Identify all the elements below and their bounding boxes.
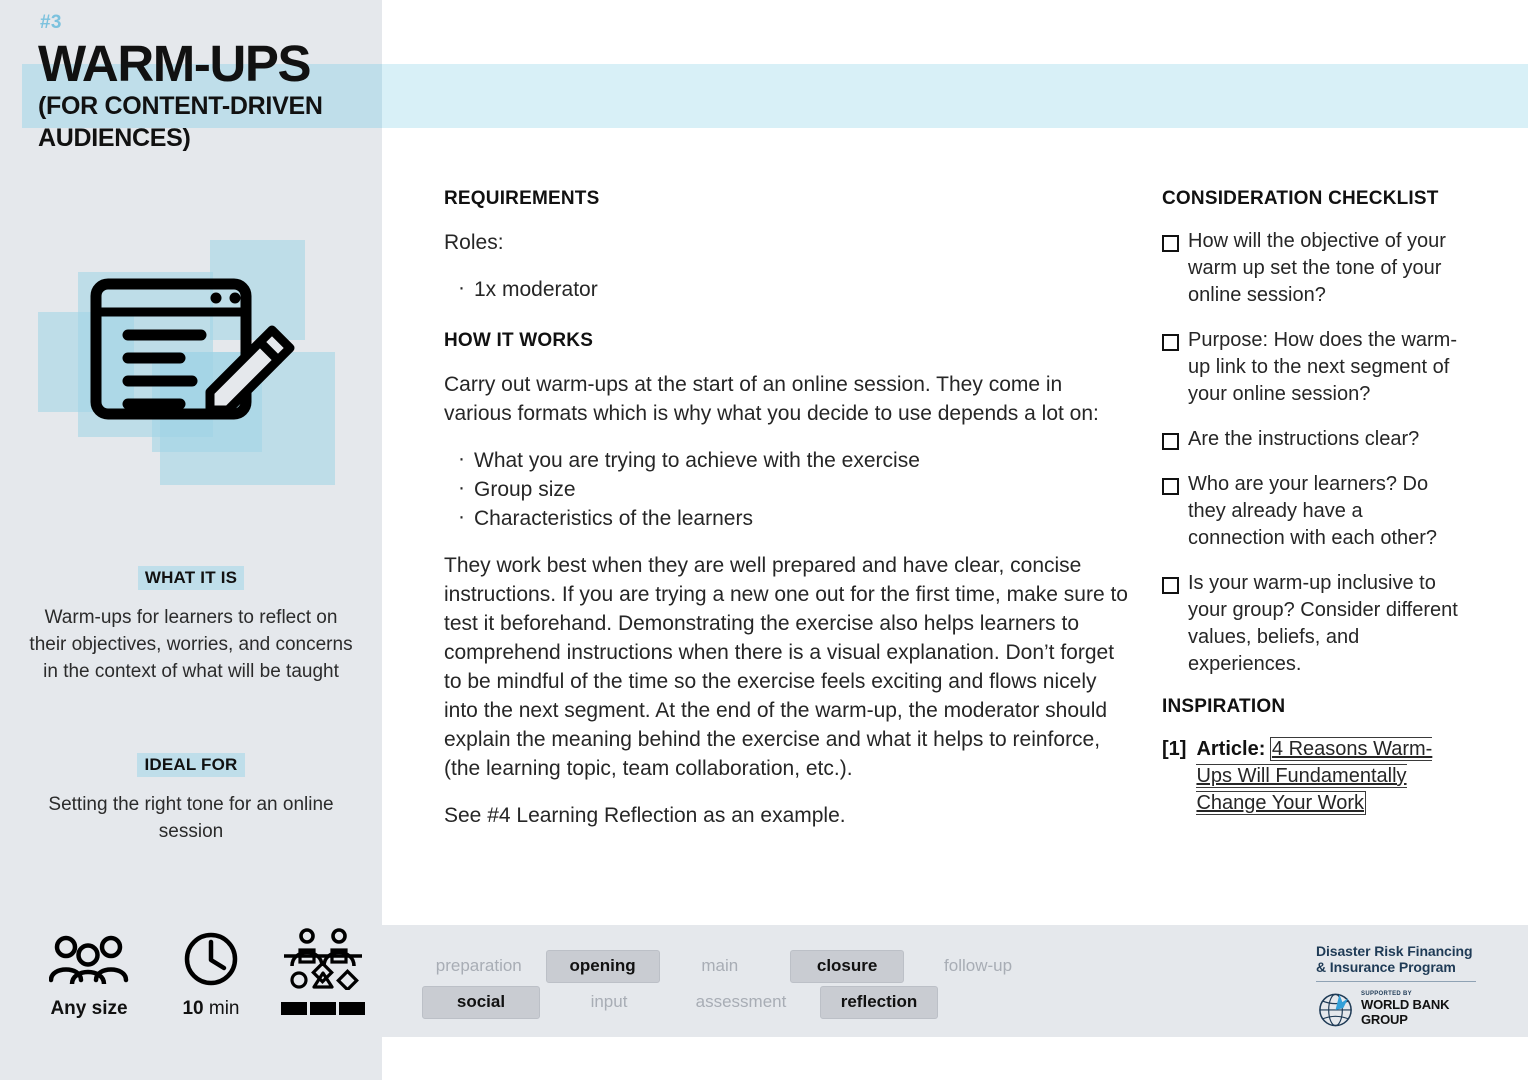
card-page: #3 WARM-UPS (FOR CONTENT-DRIVEN AUDIENCE… (0, 0, 1528, 1080)
tag-follow-up[interactable]: follow-up (920, 951, 1036, 982)
tag-reflection[interactable]: reflection (820, 985, 938, 1019)
ideal-for-text: Setting the right tone for an online ses… (48, 794, 334, 842)
ideal-for-label: IDEAL FOR (0, 753, 382, 777)
list-item: Characteristics of the learners (444, 502, 1134, 533)
requirements-heading: REQUIREMENTS (444, 188, 600, 209)
inspiration-heading: INSPIRATION (1162, 696, 1286, 717)
checkbox-icon[interactable] (1162, 577, 1179, 594)
see-also-text: See #4 Learning Reflection as an example… (444, 804, 846, 827)
tag-input[interactable]: input (554, 987, 664, 1018)
meta-icons: Any size 10 min (34, 928, 365, 1038)
main-column: REQUIREMENTS Roles: 1x moderator HOW IT … (444, 188, 1134, 848)
tag-row-phase: preparation opening main closure follow-… (416, 949, 1036, 983)
group-of-people-icon (34, 928, 144, 990)
checklist-item-label: How will the objective of your warm up s… (1188, 230, 1446, 306)
duration-label: 10 min (182, 998, 240, 1019)
list-item: What you are trying to achieve with the … (444, 444, 1134, 475)
roles-list: 1x moderator (444, 273, 1134, 304)
checklist-item[interactable]: How will the objective of your warm up s… (1162, 228, 1462, 309)
checklist-item-label: Who are your learners? Do they already h… (1188, 473, 1438, 549)
clock-icon (156, 928, 266, 990)
meta-group-size: Any size (34, 928, 144, 1020)
checklist-item[interactable]: Is your warm-up inclusive to your group?… (1162, 570, 1462, 678)
globe-icon (1319, 993, 1352, 1027)
tag-closure[interactable]: closure (790, 949, 905, 983)
what-it-is-text: Warm-ups for learners to reflect on thei… (29, 607, 353, 682)
inspiration-label: Article: (1196, 738, 1266, 760)
checklist-item-label: Purpose: How does the warm-up link to th… (1188, 329, 1458, 405)
how-it-works-body: They work best when they are well prepar… (444, 554, 1128, 780)
footer-logos: Disaster Risk Financing & Insurance Prog… (1316, 943, 1496, 1029)
consideration-checklist-heading: CONSIDERATION CHECKLIST (1162, 188, 1439, 209)
tag-social[interactable]: social (422, 985, 540, 1019)
checklist-item[interactable]: Are the instructions clear? (1162, 426, 1462, 453)
collaboration-complexity-icon (268, 928, 378, 990)
footer-bar: preparation opening main closure follow-… (382, 925, 1528, 1037)
checklist-item[interactable]: Purpose: How does the warm-up link to th… (1162, 327, 1462, 408)
list-item: Group size (444, 473, 1134, 504)
checkbox-icon[interactable] (1162, 235, 1179, 252)
logo-divider (1316, 981, 1476, 982)
checkbox-icon[interactable] (1162, 433, 1179, 450)
world-bank-logo: SUPPORTED BY WORLD BANK GROUP (1316, 989, 1496, 1029)
sidebar (0, 0, 382, 1080)
tag-groups: preparation opening main closure follow-… (416, 949, 1036, 1023)
tag-main[interactable]: main (672, 951, 769, 982)
checklist-item[interactable]: Who are your learners? Do they already h… (1162, 471, 1462, 552)
how-it-works-intro: Carry out warm-ups at the start of an on… (444, 373, 1099, 425)
tag-assessment[interactable]: assessment (672, 987, 810, 1018)
title-highlight-band-right (382, 64, 1528, 128)
inspiration-body: Article: 4 Reasons Warm-Ups Will Fundame… (1196, 736, 1462, 817)
group-size-label: Any size (50, 998, 128, 1019)
page-title: WARM-UPS (38, 35, 312, 92)
world-bank-text: SUPPORTED BY WORLD BANK GROUP (1361, 991, 1496, 1027)
inspiration-ref: [1] (1162, 738, 1187, 760)
browser-window-with-pencil-icon (90, 278, 295, 420)
card-number: #3 (40, 12, 62, 33)
how-it-works-heading: HOW IT WORKS (444, 330, 594, 351)
inspiration-entry: [1] Article: 4 Reasons Warm-Ups Will Fun… (1162, 736, 1462, 817)
tag-row-purpose: social input assessment reflection (416, 985, 1036, 1019)
roles-label: Roles: (444, 231, 504, 254)
checkbox-icon[interactable] (1162, 478, 1179, 495)
list-item: 1x moderator (444, 273, 1134, 304)
meta-complexity (268, 928, 378, 1015)
what-it-is-label: WHAT IT IS (0, 566, 382, 590)
card-subtitle: (FOR CONTENT-DRIVEN AUDIENCES) (38, 92, 323, 152)
drfip-logo-text: Disaster Risk Financing & Insurance Prog… (1316, 943, 1473, 975)
checklist-item-label: Are the instructions clear? (1188, 428, 1420, 450)
checklist-column: CONSIDERATION CHECKLIST How will the obj… (1162, 188, 1462, 817)
checkbox-icon[interactable] (1162, 334, 1179, 351)
complexity-bars (268, 1002, 378, 1015)
tag-opening[interactable]: opening (545, 949, 660, 983)
tag-preparation[interactable]: preparation (416, 951, 542, 982)
illustration (30, 240, 360, 515)
meta-duration: 10 min (156, 928, 266, 1020)
factors-list: What you are trying to achieve with the … (444, 444, 1134, 533)
checklist-item-label: Is your warm-up inclusive to your group?… (1188, 572, 1458, 675)
world-bank-name: WORLD BANK GROUP (1361, 997, 1450, 1027)
